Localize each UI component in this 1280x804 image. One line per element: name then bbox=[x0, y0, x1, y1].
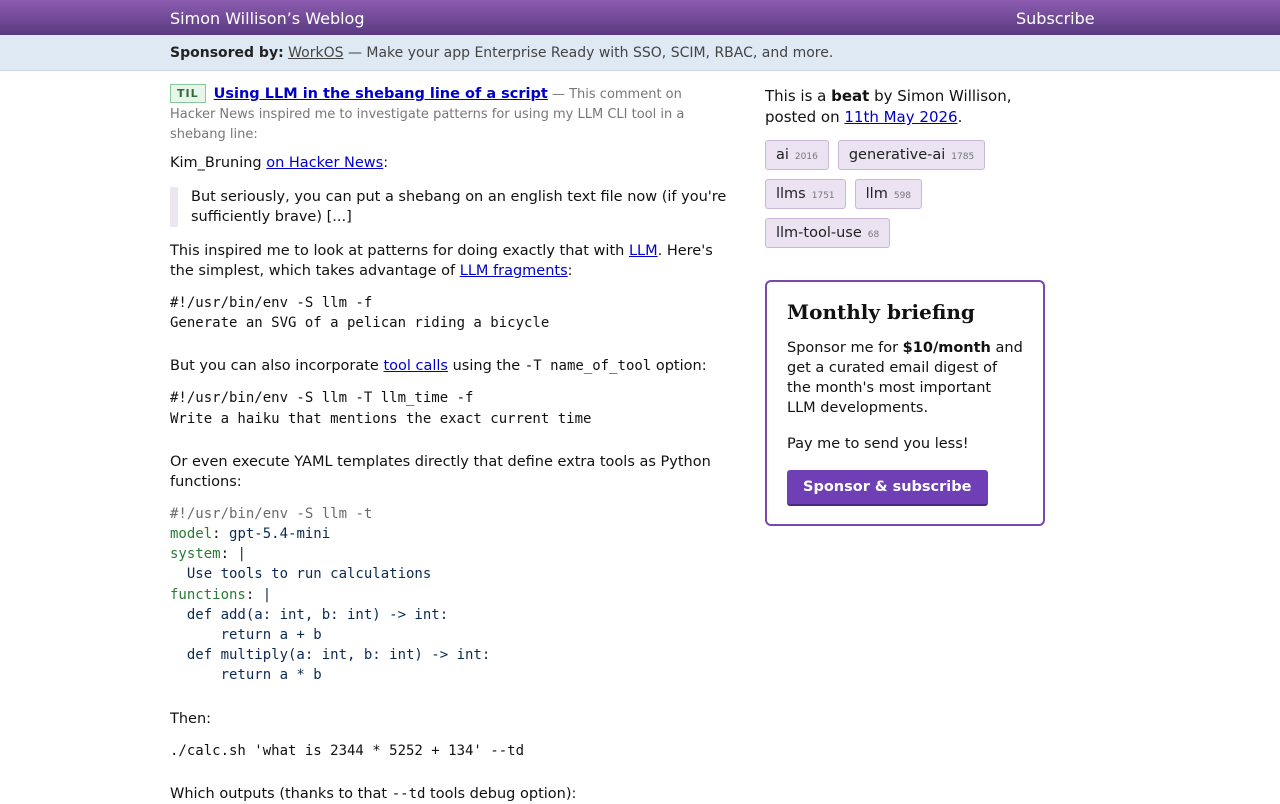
post-headline: TIL Using LLM in the shebang line of a sc… bbox=[170, 84, 728, 145]
site-header: Simon Willison’s Weblog Subscribe bbox=[0, 0, 1280, 35]
beat-text-a: This is a bbox=[765, 87, 832, 105]
briefing-price: $10/month bbox=[902, 340, 991, 356]
paragraph-2-text-b: using the bbox=[448, 358, 525, 375]
tag-label: ai bbox=[776, 147, 789, 163]
paragraph-4: Then: bbox=[170, 710, 212, 727]
paragraph-3: Or even execute YAML templates directly … bbox=[170, 453, 711, 490]
tag-list: ai 2016 generative-ai 1785 llms 1751 llm 598… bbox=[765, 140, 1045, 248]
briefing-pay-text: Pay me to send you less! bbox=[787, 436, 969, 452]
date-link[interactable]: 11th May 2026 bbox=[844, 108, 957, 126]
tag-label: llm-tool-use bbox=[776, 225, 862, 241]
tag-count: 2016 bbox=[794, 152, 818, 162]
hacker-news-link[interactable]: on Hacker News bbox=[266, 155, 383, 171]
tag-llms[interactable]: llms 1751 bbox=[765, 179, 846, 209]
code3-system-body: Use tools to run calculations bbox=[170, 566, 432, 583]
beat-text-bold: beat bbox=[831, 87, 870, 105]
source-author: Kim_Bruning bbox=[170, 155, 262, 171]
tag-count: 1785 bbox=[951, 152, 975, 162]
tag-generative-ai[interactable]: generative-ai 1785 bbox=[837, 140, 986, 170]
code3-functions-body: def add(a: int, b: int) -> int: return a… bbox=[186, 606, 491, 684]
sponsor-label: Sponsored by: bbox=[170, 45, 284, 61]
paragraph-5-text-a: Which outputs (thanks to that bbox=[170, 785, 392, 802]
paragraph-1-text-a: This inspired me to look at patterns for… bbox=[170, 243, 629, 259]
tag-ai[interactable]: ai 2016 bbox=[765, 140, 829, 170]
tag-label: llms bbox=[776, 186, 806, 202]
code3-shebang: #!/usr/bin/env -S llm -t bbox=[170, 505, 373, 522]
beat-text-d: . bbox=[957, 108, 963, 126]
site-title-link[interactable]: Simon Willison’s Weblog bbox=[170, 9, 365, 28]
sponsor-link[interactable]: WorkOS bbox=[288, 45, 343, 61]
code3-functions-key: functions bbox=[170, 586, 246, 603]
post-title-link[interactable]: Using LLM in the shebang line of a scrip… bbox=[214, 86, 548, 102]
monthly-briefing-box: Monthly briefing Sponsor me for $10/mont… bbox=[765, 280, 1045, 526]
llm-fragments-link[interactable]: LLM fragments bbox=[460, 263, 568, 279]
tag-count: 1751 bbox=[811, 191, 835, 201]
paragraph-1-text-c: : bbox=[567, 263, 573, 279]
tool-calls-link[interactable]: tool calls bbox=[383, 358, 448, 374]
beat-info: This is a beat by Simon Willison, posted… bbox=[765, 86, 1045, 128]
briefing-title: Monthly briefing bbox=[787, 300, 975, 324]
paragraph-2-text-a: But you can also incorporate bbox=[170, 358, 384, 375]
code3-model-key: model bbox=[170, 526, 213, 543]
tag-count: 68 bbox=[867, 230, 880, 240]
sponsor-subscribe-button[interactable]: Sponsor & subscribe bbox=[787, 470, 988, 506]
code-block-3: #!/usr/bin/env -S llm -t model: gpt-5.4-… bbox=[170, 505, 491, 684]
tag-label: generative-ai bbox=[848, 147, 946, 163]
paragraph-2: But you can also incorporate tool calls … bbox=[170, 356, 728, 376]
briefing-text: Sponsor me for $10/month and get a curat… bbox=[787, 338, 1023, 418]
quote-block: But seriously, you can put a shebang on … bbox=[170, 187, 728, 227]
option-code: -T name_of_tool bbox=[524, 358, 652, 375]
sponsor-text: — Make your app Enterprise Ready with SS… bbox=[343, 45, 834, 61]
code-block-4: ./calc.sh 'what is 2344 * 5252 + 134' --… bbox=[170, 742, 525, 759]
llm-link[interactable]: LLM bbox=[629, 243, 658, 259]
code3-model-value: gpt-5.4-mini bbox=[229, 526, 331, 543]
tag-label: llm bbox=[865, 186, 888, 202]
post-content: TIL Using LLM in the shebang line of a sc… bbox=[170, 84, 728, 804]
code3-functions-value: | bbox=[262, 586, 272, 603]
sponsor-bar: Sponsored by: WorkOS — Make your app Ent… bbox=[0, 35, 1280, 71]
code3-system-key: system bbox=[170, 546, 221, 563]
subscribe-link[interactable]: Subscribe bbox=[1016, 9, 1095, 28]
sidebar: This is a beat by Simon Willison, posted… bbox=[765, 86, 1045, 526]
paragraph-5: Which outputs (thanks to that --td tools… bbox=[170, 784, 728, 804]
paragraph-1: This inspired me to look at patterns for… bbox=[170, 241, 728, 281]
paragraph-5-text-b: tools debug option): bbox=[425, 785, 577, 802]
td-option-code: --td bbox=[391, 785, 426, 802]
briefing-text-a: Sponsor me for bbox=[787, 340, 903, 356]
tag-llm-tool-use[interactable]: llm-tool-use 68 bbox=[765, 218, 891, 248]
code-block-2: #!/usr/bin/env -S llm -T llm_time -f Wri… bbox=[170, 390, 592, 427]
source-line: Kim_Bruning on Hacker News: bbox=[170, 155, 389, 171]
paragraph-2-text-c: option: bbox=[651, 358, 707, 375]
tag-llm[interactable]: llm 598 bbox=[854, 179, 923, 209]
til-badge: TIL bbox=[170, 84, 206, 103]
tag-count: 598 bbox=[893, 191, 912, 201]
code-block-1: #!/usr/bin/env -S llm -f Generate an SVG… bbox=[170, 295, 550, 332]
code3-system-value: | bbox=[237, 546, 246, 563]
